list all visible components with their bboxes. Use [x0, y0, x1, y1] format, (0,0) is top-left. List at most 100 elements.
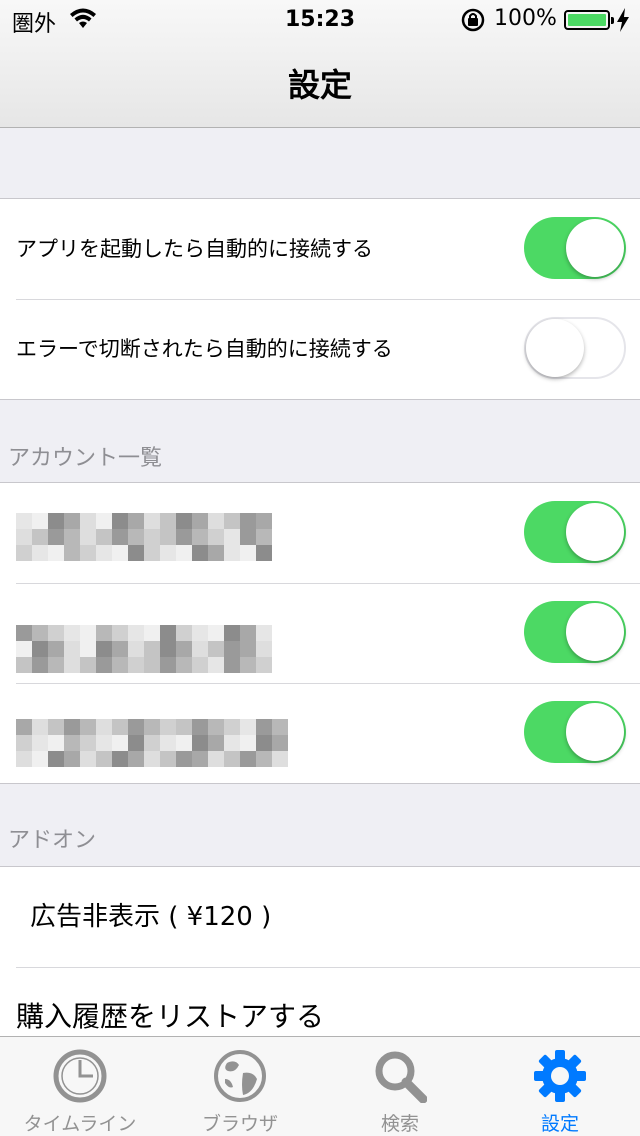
redaction-pixel [240, 751, 256, 767]
account-row[interactable] [0, 583, 640, 683]
clock-icon [53, 1049, 107, 1103]
redaction-pixel [256, 513, 272, 529]
redaction-pixel [16, 735, 32, 751]
redaction-pixel [224, 657, 240, 673]
tab-label: ブラウザ [201, 1113, 278, 1135]
redaction-pixel [80, 657, 96, 673]
tab-label: タイムライン [23, 1113, 137, 1135]
tab-settings[interactable]: 設定 [480, 1037, 640, 1136]
redaction-pixel [64, 545, 80, 561]
redaction-pixel [208, 625, 224, 641]
redaction-pixel [48, 735, 64, 751]
redaction-pixel [144, 641, 160, 657]
auto-reconnect-on-error-row: エラーで切断されたら自動的に接続する [0, 299, 640, 399]
redaction-pixel [192, 719, 208, 735]
redaction-pixel [224, 719, 240, 735]
redaction-pixel [48, 625, 64, 641]
redaction-pixel [256, 529, 272, 545]
redaction-pixel [112, 719, 128, 735]
tab-browser[interactable]: ブラウザ [160, 1037, 320, 1136]
redaction-pixel [224, 625, 240, 641]
redaction-pixel [192, 513, 208, 529]
navigation-bar: 圏外 15:23 100% 設定 [0, 0, 640, 128]
auto-reconnect-on-error-toggle[interactable] [524, 317, 626, 379]
redaction-pixel [16, 529, 32, 545]
redaction-pixel [272, 735, 288, 751]
redaction-pixel [48, 529, 64, 545]
redaction-pixel [256, 545, 272, 561]
redaction-pixel [112, 545, 128, 561]
redaction-pixel [240, 657, 256, 673]
redaction-pixel [192, 641, 208, 657]
redaction-pixel [224, 513, 240, 529]
redaction-pixel [80, 513, 96, 529]
redaction-pixel [64, 625, 80, 641]
redaction-pixel [64, 719, 80, 735]
redaction-pixel [80, 529, 96, 545]
redaction-pixel [160, 545, 176, 561]
redaction-pixel [112, 529, 128, 545]
redaction-pixel [208, 641, 224, 657]
redaction-pixel [208, 657, 224, 673]
tab-search[interactable]: 検索 [320, 1037, 480, 1136]
redaction-pixel [144, 545, 160, 561]
redaction-pixel [96, 529, 112, 545]
redaction-pixel [256, 751, 272, 767]
redaction-pixel [96, 513, 112, 529]
redaction-pixel [192, 529, 208, 545]
redaction-pixel [16, 657, 32, 673]
redaction-pixel [16, 513, 32, 529]
redaction-pixel [112, 641, 128, 657]
redaction-pixel [64, 657, 80, 673]
gear-icon [534, 1050, 586, 1102]
addons-section-header: アドオン [8, 828, 97, 853]
redaction-pixel [160, 625, 176, 641]
account-row[interactable] [0, 483, 640, 583]
account-row[interactable] [0, 683, 640, 783]
remove-ads-row[interactable]: 広告非表示 ( ¥120 ) [0, 867, 640, 967]
redaction-pixel [144, 513, 160, 529]
redaction-pixel [128, 545, 144, 561]
redaction-pixel [192, 735, 208, 751]
redaction-pixel [160, 735, 176, 751]
redaction-pixel [176, 545, 192, 561]
redaction-pixel [240, 735, 256, 751]
redaction-pixel [64, 751, 80, 767]
redaction-pixel [176, 657, 192, 673]
charging-bolt-icon [616, 7, 630, 37]
redaction-pixel [48, 641, 64, 657]
redaction-pixel [32, 513, 48, 529]
rotation-lock-icon [460, 7, 486, 37]
redaction-pixel [128, 641, 144, 657]
redaction-pixel [16, 641, 32, 657]
account-toggle[interactable] [524, 701, 626, 763]
redaction-pixel [128, 657, 144, 673]
redaction-pixel [240, 529, 256, 545]
redaction-pixel [32, 657, 48, 673]
auto-connect-on-launch-toggle[interactable] [524, 217, 626, 279]
redaction-pixel [240, 513, 256, 529]
redaction-pixel [32, 735, 48, 751]
connection-settings-group: アプリを起動したら自動的に接続する エラーで切断されたら自動的に接続する [0, 198, 640, 400]
account-toggle[interactable] [524, 601, 626, 663]
redaction-pixel [144, 751, 160, 767]
remove-ads-label: 広告非表示 ( ¥120 ) [30, 902, 272, 932]
redaction-pixel [240, 719, 256, 735]
redaction-pixel [192, 751, 208, 767]
account-toggle[interactable] [524, 501, 626, 563]
redaction-pixel [80, 625, 96, 641]
redaction-pixel [240, 641, 256, 657]
redaction-pixel [192, 545, 208, 561]
tab-timeline[interactable]: タイムライン [0, 1037, 160, 1136]
tab-label: 設定 [540, 1113, 579, 1135]
redaction-pixel [112, 751, 128, 767]
redaction-pixel [224, 529, 240, 545]
redaction-pixel [176, 735, 192, 751]
redaction-pixel [128, 735, 144, 751]
redaction-pixel [128, 625, 144, 641]
redaction-pixel [48, 513, 64, 529]
redacted-account-name [16, 513, 272, 561]
redaction-pixel [240, 545, 256, 561]
redaction-pixel [272, 719, 288, 735]
redaction-pixel [80, 735, 96, 751]
